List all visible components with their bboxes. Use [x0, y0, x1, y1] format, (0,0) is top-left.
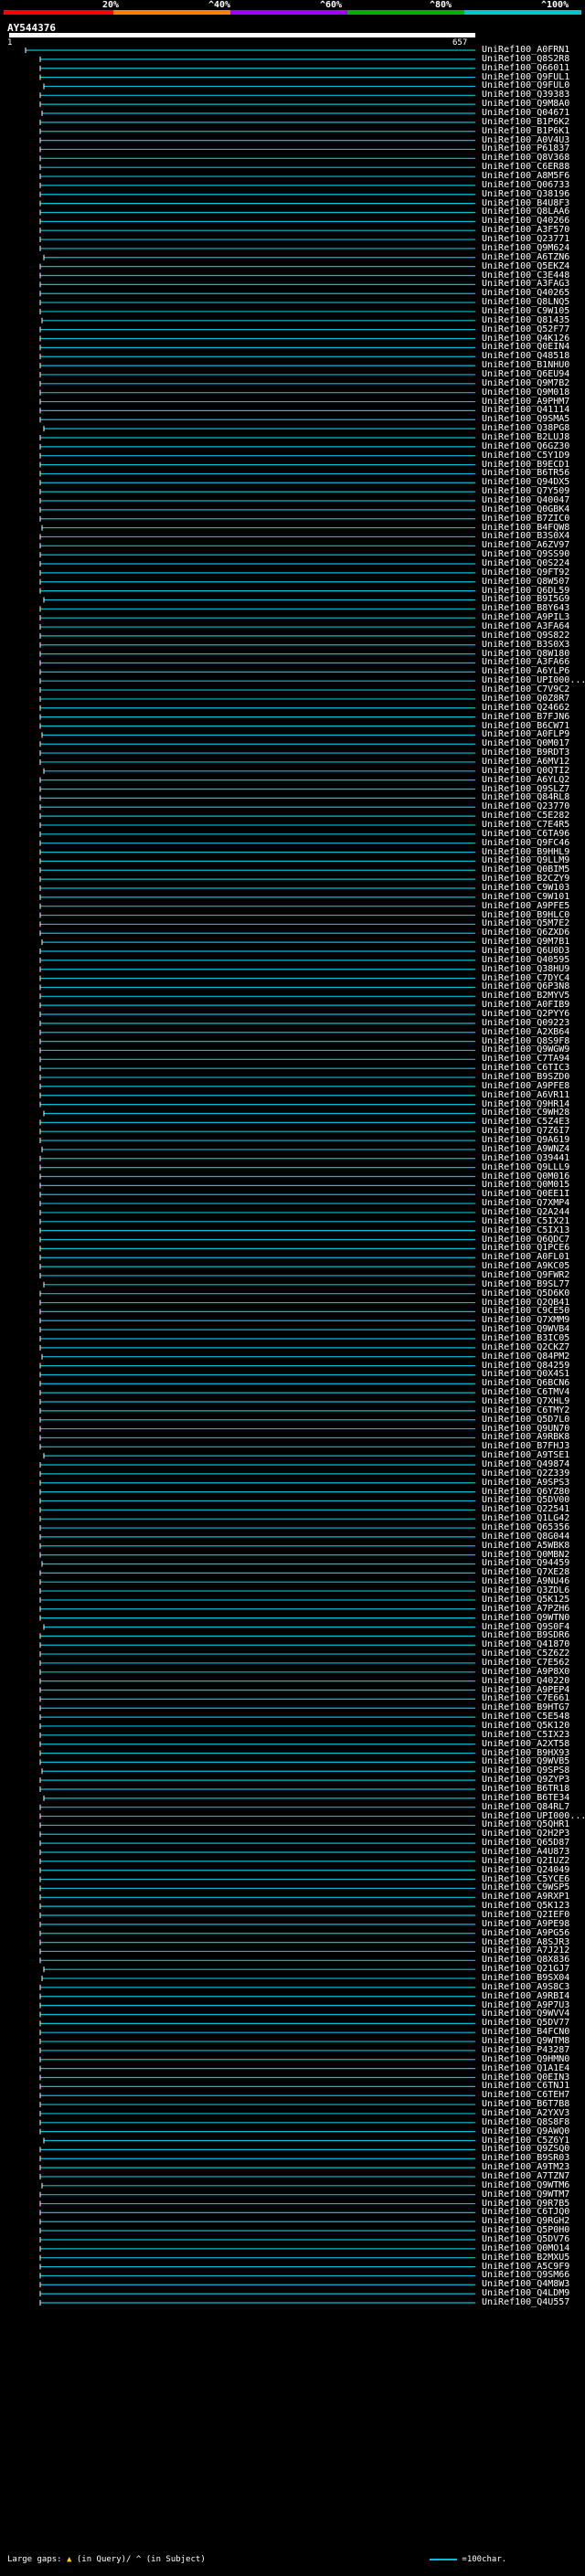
footer: Large gaps: ▲ (in Query)/ ^ (in Subject)	[7, 2555, 206, 2564]
hit-label[interactable]: UniRef100_Q4U557	[482, 2298, 569, 2307]
hit-list: UniRef100_A0FRN1 UniRef100_Q8S2R8 UniRef10…	[0, 0, 585, 2576]
subject-gap-icon: ^	[135, 2555, 142, 2564]
query-gap-icon: ▲	[67, 2555, 72, 2564]
legend-label: =100char.	[462, 2555, 507, 2564]
scale-legend: =100char.	[430, 2555, 506, 2564]
in-query-label: (in Query)/	[76, 2555, 132, 2564]
in-subject-label: (in Subject)	[145, 2555, 206, 2564]
gaps-label: Large gaps:	[7, 2555, 62, 2564]
legend-line	[430, 2558, 457, 2560]
